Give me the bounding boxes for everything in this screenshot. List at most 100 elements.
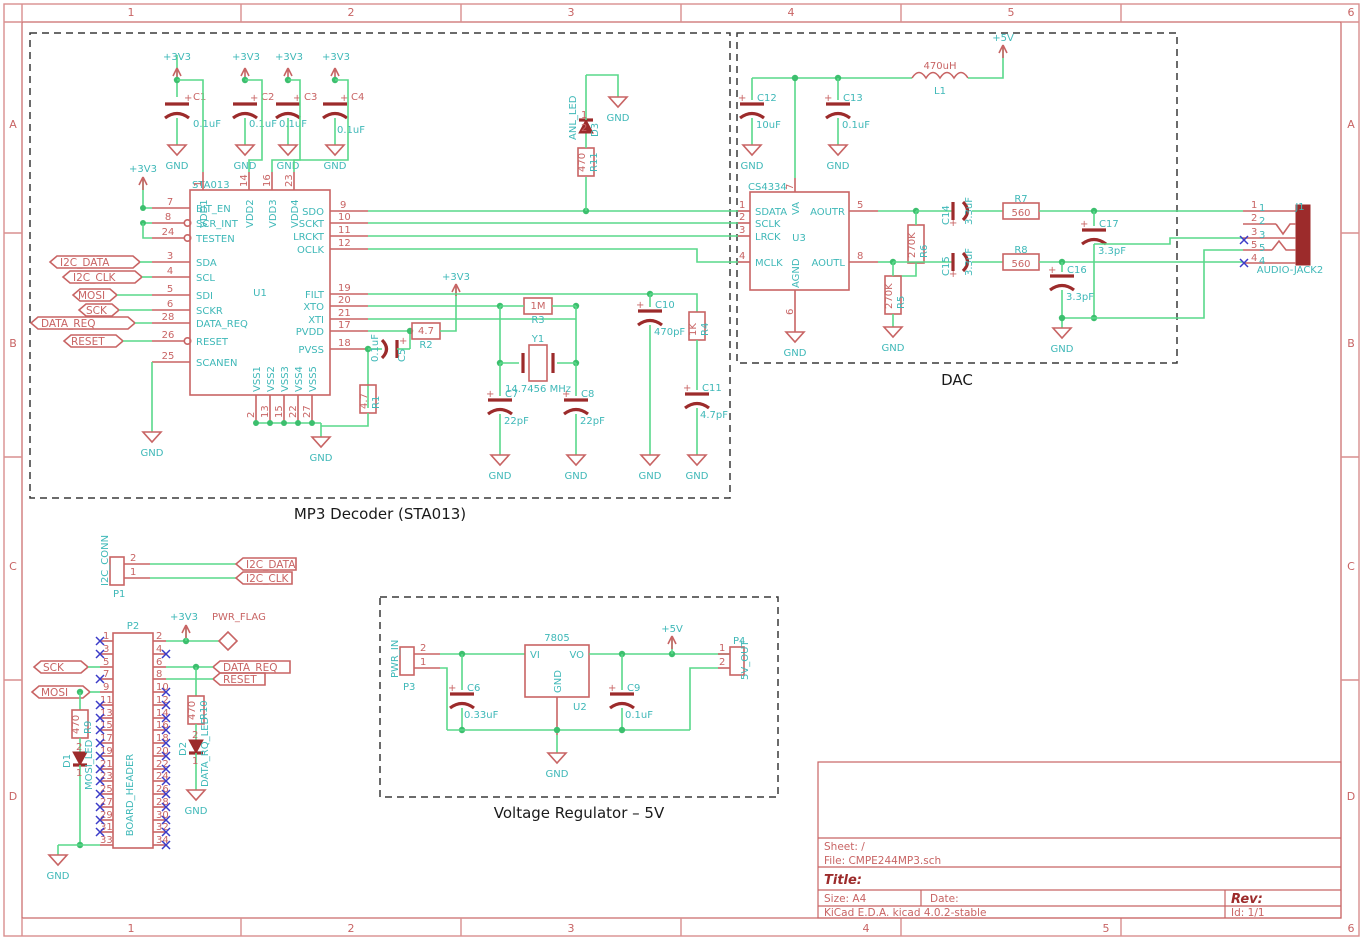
capacitor-c13-value: 0.1uF [842,120,870,131]
polarity-plus-c14: + [949,218,957,229]
ic-u2-value: 7805 [544,633,569,644]
u2-pin-name-gnd: GND [553,670,564,693]
capacitor-c1[interactable]: C1 0.1uF + GND +3V3 [163,52,221,172]
p2-pin-25: 25 [100,784,113,795]
u1-pin-num-16: 16 [262,174,273,187]
led-d3-ref: D3 [590,123,601,137]
pwr-3v3-biten: +3V3 [129,164,157,175]
capacitor-c4-value: 0.1uF [337,125,365,136]
net-label-i2c-clk: I2C_CLK [73,272,117,284]
resistor-r11-value: 470 [577,153,588,172]
net-label-reset-p2: RESET [223,674,257,686]
frame-col-top-2: 2 [348,6,355,19]
u1-pin-name-oclk: OCLK [297,245,324,256]
led-d2-pin1: 1 [192,756,198,767]
net-label-reset: RESET [71,336,105,348]
led-d1-pin1: 1 [76,768,82,779]
led-d3-group[interactable]: 470 R11 ANL_LED D3 2 1 GND [568,75,630,211]
p2-pin-7: 7 [103,669,109,680]
vreg-group[interactable]: 2 1 PWR_IN P3 + C6 0.33uF 7805 U2 VI VO … [390,624,751,780]
capacitor-c2[interactable]: C2 0.1uF + GND +3V3 [232,52,277,172]
polarity-plus-c2: + [250,93,258,104]
ic-u1-sta013[interactable]: STA013 U1 1 14 16 23 VDD1 VDD2 VDD3 VDD4… [152,172,368,464]
polarity-plus-c9: + [608,683,616,694]
u1-net-labels[interactable]: I2C_DATA I2C_CLK MOSI SCK DATA_REQ RESET [31,256,152,348]
led-d2-pin2: 2 [192,730,198,741]
pwr-3v3-c1: +3V3 [163,52,191,63]
frame-row-c: C [9,560,17,573]
u1-pin-name-filt: FILT [305,290,325,301]
frame-row-a-r: A [1347,118,1355,131]
ic-u3-cs4334[interactable]: CS4334 U3 1 SDATA 2 SCLK 3 LRCK 4 MCLK 5… [738,178,878,359]
connector-j1-value: AUDIO-JACK2 [1257,265,1323,276]
capacitor-c15-value: 3.3uF [964,248,975,276]
crystal-group[interactable]: 1M R3 Y1 14.7456 MHz + C7 22pF GND + C8 [368,298,605,482]
gnd-symbol-c11: GND [686,471,709,482]
net-label-sck: SCK [86,305,108,317]
capacitor-c17-value: 3.3pF [1098,246,1126,257]
p2-net-labels-right[interactable]: DATA_REQ RESET [166,661,290,686]
frame-row-a: A [9,118,17,131]
led-d1-group[interactable]: 470 R9 D1 MOSI_LED 2 1 GND [47,689,100,882]
dac-supply-group[interactable]: + C12 10uF GND + C13 0.1uF GND 470uH L1 … [738,33,1014,178]
titleblock-title: Title: [824,873,862,888]
connector-p1-i2c[interactable]: 2 1 I2C_CONN P1 I2C_DATA I2C_CLK [100,535,296,600]
pwr-3v3-p2: +3V3 [170,612,198,623]
u3-pin-name-sclk: SCLK [755,219,781,230]
capacitor-c6-value: 0.33uF [464,710,499,721]
p2-pin-31: 31 [100,822,113,833]
title-block[interactable]: Sheet: / File: CMPE244MP3.sch Title: Siz… [818,762,1341,919]
titleblock-tool: KiCad E.D.A. kicad 4.0.2-stable [824,907,986,919]
p3-pin-num-2: 2 [420,643,426,654]
connector-p3-value: PWR_IN [390,640,401,678]
gnd-symbol-c10: GND [639,471,662,482]
capacitor-c5-ref: C5 [397,349,408,362]
gnd-symbol-scanen: GND [141,448,164,459]
u1-pin-num-2: 2 [246,412,257,418]
frame-col-bot-1: 1 [128,922,135,935]
u3-pin-name-lrck: LRCK [755,232,781,243]
p1-pin-num-2: 2 [130,553,136,564]
frame-row-d: D [9,790,17,803]
gnd-symbol-c13: GND [827,161,850,172]
u1-pin-num-23: 23 [284,174,295,187]
pwr-flag-group[interactable]: +3V3 PWR_FLAG [166,612,266,650]
u1-pin-num-22: 22 [288,405,299,418]
p2-net-labels-left[interactable]: SCK MOSI [32,661,100,699]
p1-pin-num-1: 1 [130,567,136,578]
u1-pin-name-sda: SDA [196,258,217,269]
frame-col-top-4: 4 [788,6,795,19]
capacitor-c4[interactable]: C4 0.1uF + GND +3V3 [322,52,365,172]
gnd-symbol-d1: GND [47,871,70,882]
led-d2-group[interactable]: 470 R10 D2 DATA_RQ_LED 2 1 GND [178,667,211,817]
frame-col-top-1: 1 [128,6,135,19]
p2-pin-27: 27 [100,797,113,808]
led-d1-ref: D1 [62,754,73,768]
u1-pin-num-11: 11 [338,225,351,236]
resistor-r4-value: 1K [688,323,699,336]
gnd-symbol-c3: GND [277,161,300,172]
polarity-plus-c7: + [486,389,494,400]
u1-pin-name-scl: SCL [196,273,215,284]
j1-pin-num-5: 5 [1251,240,1257,251]
resistor-r1-ref: R1 [371,396,382,409]
polarity-plus-c4: + [340,93,348,104]
capacitor-c8-value: 22pF [580,416,605,427]
u3-pin-name-sdata: SDATA [755,207,787,218]
p2-pin-17: 17 [100,733,113,744]
capacitor-c3[interactable]: C3 0.1uF + GND +3V3 [275,52,317,172]
u1-pin-num-21: 21 [338,308,351,319]
led-d2-ref: D2 [178,742,189,756]
connector-p2-board-header[interactable]: P2 BOARD_HEADER 1 3 5 7 9 11 13 15 17 19… [96,621,170,849]
schematic-canvas[interactable]: 1 2 3 4 5 6 1 2 3 4 5 6 A B C D A B C D … [0,0,1363,940]
dac-output-group[interactable]: 270K R6 270K R5 GND C14 3.3uF + R7 560 C… [878,194,1243,355]
p2-pin-15: 15 [100,720,113,731]
resistor-r7-ref: R7 [1014,194,1027,205]
u1-pin-num-26: 26 [162,330,175,341]
frame-row-b: B [9,337,17,350]
frame-row-d-r: D [1347,790,1355,803]
dac-block-outline [737,33,1177,363]
connector-j1-audio-jack[interactable]: 1 2 3 5 4 1 2 3 5 4 J1 AUDIO-JACK2 [1240,200,1323,276]
u1-pin-name-sckr: SCKR [196,306,223,317]
titleblock-id: Id: 1/1 [1231,907,1265,919]
